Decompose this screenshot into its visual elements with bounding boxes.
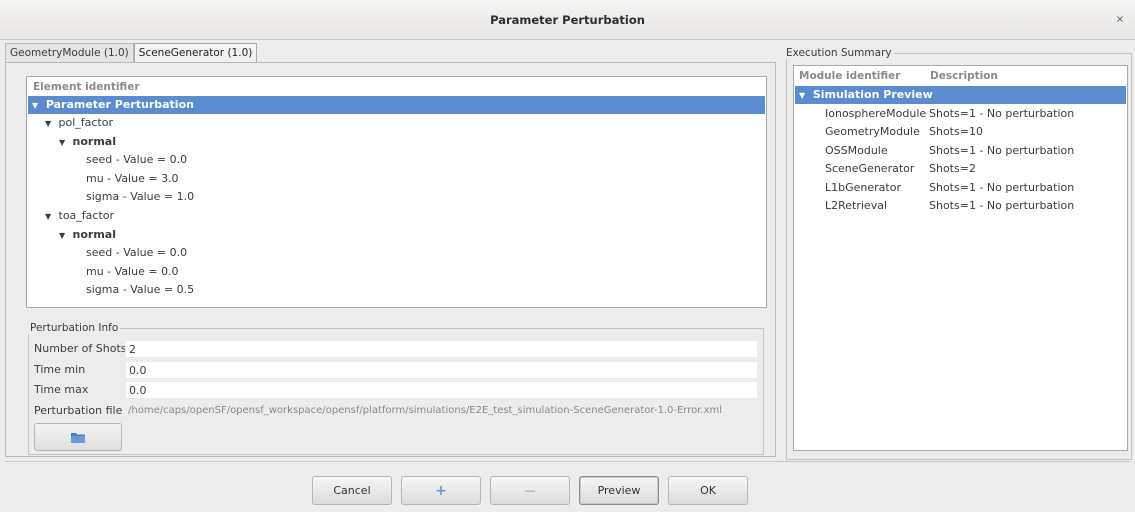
tree-value-row[interactable]: mu - Value = 3.0: [28, 170, 765, 188]
number-of-shots-field[interactable]: 2: [125, 340, 758, 358]
tree-value-row[interactable]: sigma - Value = 1.0: [28, 188, 765, 206]
summary-description: Shots=1 - No perturbation: [929, 107, 1075, 120]
dialog-button-row: Cancel + — Preview OK: [312, 476, 748, 505]
module-tabs: GeometryModule (1.0) SceneGenerator (1.0…: [5, 43, 258, 62]
execution-summary-title: Execution Summary: [784, 47, 894, 59]
number-of-shots-label: Number of Shots: [34, 342, 127, 355]
summary-module: SceneGenerator: [825, 162, 915, 175]
summary-root-row[interactable]: ▼ Simulation Preview: [795, 86, 1126, 104]
perturbation-file-field: /home/caps/openSF/opensf_workspace/opens…: [125, 402, 762, 420]
summary-description: Shots=2: [929, 162, 976, 175]
plus-icon: +: [435, 482, 447, 499]
summary-row[interactable]: SceneGenerator Shots=2: [795, 160, 1126, 178]
expand-arrow-icon[interactable]: ▼: [45, 115, 55, 133]
expand-arrow-icon[interactable]: ▼: [45, 208, 55, 226]
execution-summary-tree[interactable]: Module identifier Description ▼ Simulati…: [793, 65, 1128, 451]
remove-button[interactable]: —: [490, 476, 570, 505]
tab-geometry-module[interactable]: GeometryModule (1.0): [5, 43, 134, 62]
perturbation-info-title: Perturbation Info: [28, 322, 121, 334]
window-title: Parameter Perturbation: [490, 12, 645, 27]
summary-module: L2Retrieval: [825, 199, 888, 212]
summary-header-description: Description: [930, 70, 998, 82]
summary-description: Shots=1 - No perturbation: [929, 199, 1075, 212]
tree-value-row[interactable]: mu - Value = 0.0: [28, 263, 765, 281]
summary-description: Shots=1 - No perturbation: [929, 181, 1075, 194]
cancel-button[interactable]: Cancel: [312, 476, 392, 505]
browse-file-button[interactable]: [34, 423, 122, 451]
expand-arrow-icon[interactable]: ▼: [59, 134, 69, 152]
close-icon[interactable]: ×: [1113, 13, 1127, 27]
summary-module: IonosphereModule: [825, 107, 927, 120]
expand-arrow-icon[interactable]: ▼: [799, 87, 809, 105]
folder-icon: [71, 432, 85, 443]
tree-value-row[interactable]: seed - Value = 0.0: [28, 244, 765, 262]
time-max-field[interactable]: 0.0: [125, 381, 758, 399]
summary-header: Module identifier Description: [794, 66, 1127, 86]
summary-row[interactable]: GeometryModule Shots=10: [795, 123, 1126, 141]
tree-param-row[interactable]: ▼ pol_factor: [28, 114, 765, 132]
time-min-label: Time min: [34, 363, 86, 376]
time-max-label: Time max: [34, 383, 89, 396]
tab-scene-generator[interactable]: SceneGenerator (1.0): [133, 43, 258, 62]
tree-header-element-identifier: Element identifier: [27, 77, 766, 97]
dist-name: normal: [72, 228, 116, 241]
minus-icon: —: [524, 484, 536, 497]
param-name: pol_factor: [58, 116, 114, 129]
time-min-field[interactable]: 0.0: [125, 361, 758, 379]
parameter-tree[interactable]: Element identifier ▼ Parameter Perturbat…: [26, 76, 767, 308]
summary-root-label: Simulation Preview: [812, 88, 933, 101]
tree-value-row[interactable]: seed - Value = 0.0: [28, 151, 765, 169]
tree-root-row[interactable]: ▼ Parameter Perturbation: [28, 96, 765, 114]
summary-row[interactable]: OSSModule Shots=1 - No perturbation: [795, 142, 1126, 160]
summary-module: OSSModule: [825, 144, 888, 157]
ok-button[interactable]: OK: [668, 476, 748, 505]
dist-name: normal: [72, 135, 116, 148]
expand-arrow-icon[interactable]: ▼: [59, 227, 69, 245]
separator: [5, 461, 1130, 462]
add-button[interactable]: +: [401, 476, 481, 505]
summary-description: Shots=1 - No perturbation: [929, 144, 1075, 157]
summary-header-module: Module identifier: [799, 70, 901, 82]
tree-dist-row[interactable]: ▼ normal: [28, 226, 765, 244]
summary-row[interactable]: L1bGenerator Shots=1 - No perturbation: [795, 179, 1126, 197]
summary-description: Shots=10: [929, 125, 983, 138]
title-bar: Parameter Perturbation ×: [0, 0, 1135, 40]
expand-arrow-icon[interactable]: ▼: [32, 97, 42, 115]
tree-root-label: Parameter Perturbation: [45, 98, 194, 111]
summary-module: L1bGenerator: [825, 181, 901, 194]
summary-row[interactable]: L2Retrieval Shots=1 - No perturbation: [795, 197, 1126, 215]
perturbation-file-label: Perturbation file: [34, 404, 123, 417]
summary-module: GeometryModule: [825, 125, 920, 138]
preview-button[interactable]: Preview: [579, 476, 659, 505]
param-name: toa_factor: [58, 209, 115, 222]
summary-row[interactable]: IonosphereModule Shots=1 - No perturbati…: [795, 105, 1126, 123]
tree-param-row[interactable]: ▼ toa_factor: [28, 207, 765, 225]
tree-value-row[interactable]: sigma - Value = 0.5: [28, 281, 765, 299]
tree-dist-row[interactable]: ▼ normal: [28, 133, 765, 151]
